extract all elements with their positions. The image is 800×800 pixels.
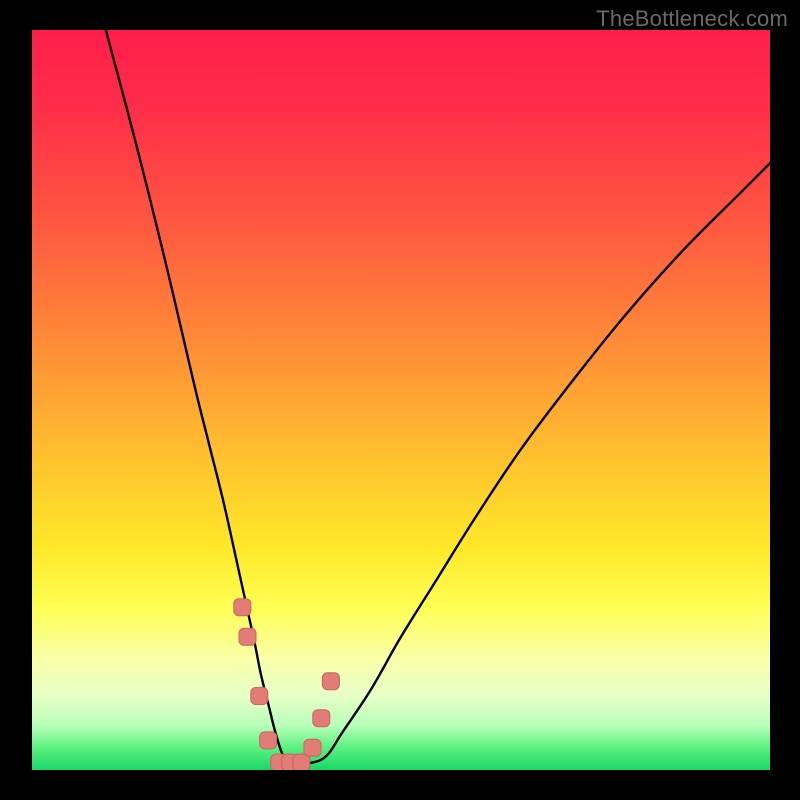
bottleneck-curve xyxy=(106,30,770,763)
chart-plot-area xyxy=(32,30,770,770)
marker-point xyxy=(239,628,256,645)
marker-point xyxy=(322,673,339,690)
marker-point xyxy=(304,739,321,756)
watermark-text: TheBottleneck.com xyxy=(596,6,788,32)
marker-point xyxy=(260,732,277,749)
chart-frame: TheBottleneck.com xyxy=(0,0,800,800)
marker-point xyxy=(313,710,330,727)
marker-point xyxy=(251,688,268,705)
marker-point xyxy=(234,599,251,616)
chart-svg xyxy=(32,30,770,770)
